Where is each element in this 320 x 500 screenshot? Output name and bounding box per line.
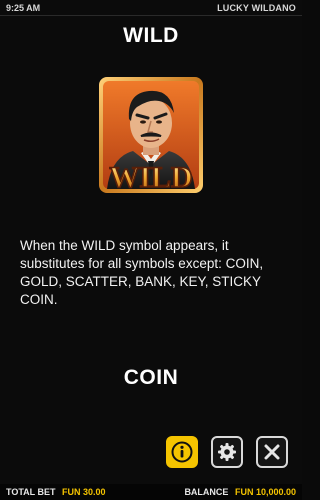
close-icon (264, 444, 280, 460)
balance: BALANCE FUN 10,000.00 (184, 487, 296, 497)
settings-button[interactable] (211, 436, 243, 468)
wild-symbol: WILD (97, 71, 205, 201)
coin-section-title: COIN (123, 366, 179, 389)
clock: 9:25 AM (6, 2, 41, 13)
wild-description: When the WILD symbol appears, it substit… (20, 238, 264, 307)
balance-label: BALANCE (184, 487, 229, 497)
info-button[interactable] (166, 436, 198, 468)
paytable-screen: 9:25 AM LUCKY WILDANO WILD WILD When the… (0, 0, 302, 500)
status-bar: 9:25 AM LUCKY WILDANO (0, 0, 302, 16)
total-bet: TOTAL BET FUN 30.00 (6, 487, 106, 497)
wild-symbol-art: WILD (99, 77, 203, 195)
gear-icon (218, 443, 236, 461)
wild-symbol-label: WILD (109, 161, 192, 194)
bottom-bar: TOTAL BET FUN 30.00 BALANCE FUN 10,000.0… (0, 484, 302, 500)
total-bet-value: FUN 30.00 (62, 487, 106, 497)
wild-section-title: WILD (123, 24, 179, 47)
total-bet-label: TOTAL BET (6, 487, 56, 497)
info-icon (171, 441, 193, 463)
close-button[interactable] (256, 436, 288, 468)
balance-value: FUN 10,000.00 (234, 487, 296, 497)
game-name: LUCKY WILDANO (217, 2, 296, 13)
